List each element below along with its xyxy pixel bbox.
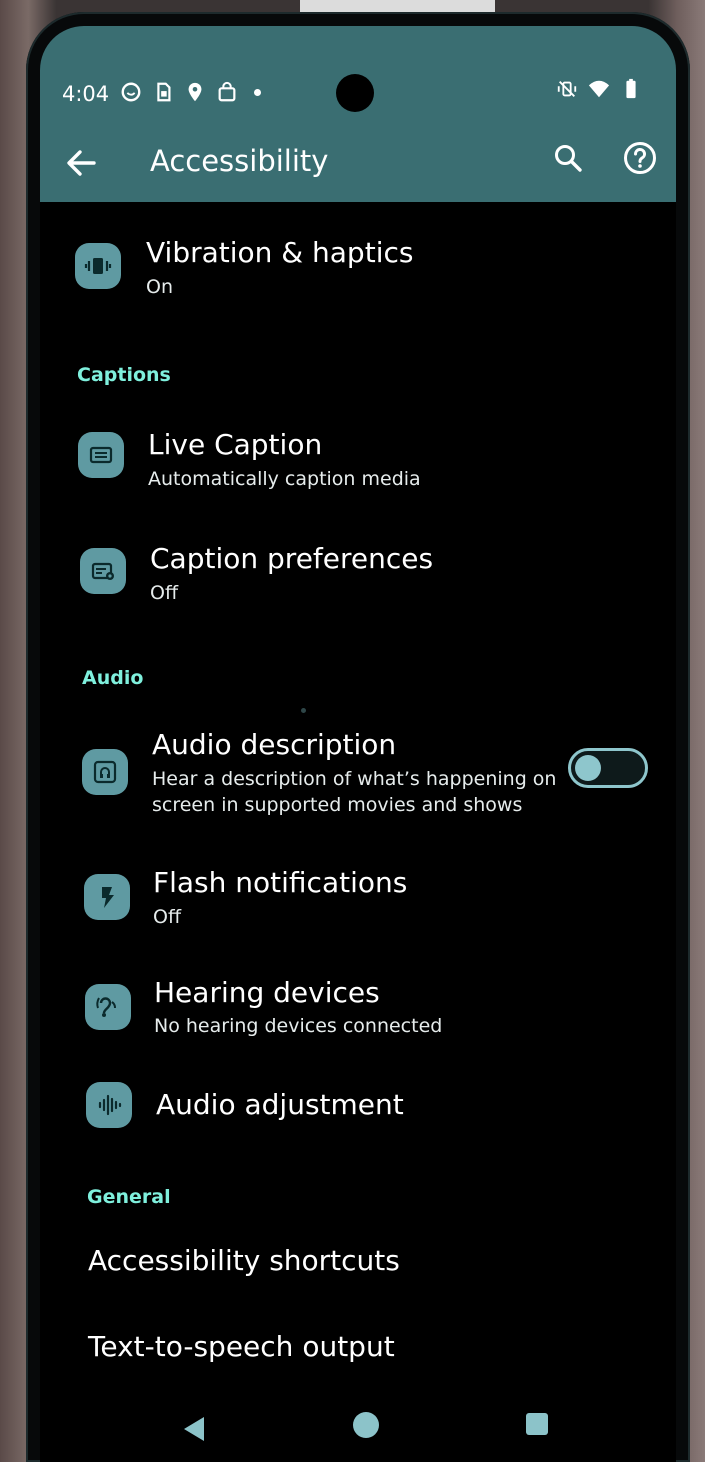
list-item-caption-preferences[interactable]: Caption preferences Off: [40, 524, 676, 624]
hearing-devices-subtitle: No hearing devices connected: [154, 1015, 443, 1037]
help-icon[interactable]: [622, 140, 658, 176]
list-item-audio-adjustment[interactable]: Audio adjustment: [40, 1074, 676, 1164]
page-title: Accessibility: [150, 144, 329, 178]
vibration-subtitle: On: [146, 276, 173, 298]
waveform-icon: [86, 1082, 132, 1128]
caption-preferences-subtitle: Off: [150, 582, 179, 604]
wifi-icon: [588, 80, 610, 98]
section-captions: Captions: [77, 364, 171, 386]
audio-description-subtitle-line1: Hear a description of what’s happening o…: [152, 768, 557, 790]
live-caption-subtitle: Automatically caption media: [148, 468, 421, 490]
sim-icon: [157, 82, 171, 102]
arrow-back-icon[interactable]: [64, 148, 98, 178]
location-icon: [188, 82, 202, 102]
nav-recents-icon[interactable]: [526, 1413, 548, 1435]
text-to-speech-title: Text-to-speech output: [88, 1330, 395, 1363]
search-icon[interactable]: [552, 142, 584, 174]
audio-description-subtitle-line2: screen in supported movies and shows: [152, 794, 523, 816]
caption-preferences-title: Caption preferences: [150, 542, 434, 575]
scroll-indicator: [301, 708, 306, 713]
caption-icon: [78, 432, 124, 478]
smiley-icon: [121, 82, 141, 102]
list-item-vibration[interactable]: Vibration & haptics On: [40, 216, 676, 316]
hearing-icon: [85, 984, 131, 1030]
toggle-knob: [575, 755, 601, 781]
app-header: 4:04 Accessibility: [40, 26, 676, 202]
section-general: General: [87, 1186, 171, 1208]
nav-back-icon[interactable]: [182, 1416, 206, 1442]
hearing-devices-title: Hearing devices: [154, 976, 380, 1009]
vibration-icon: [75, 243, 121, 289]
audio-description-icon: [82, 749, 128, 795]
list-item-accessibility-shortcuts[interactable]: Accessibility shortcuts: [40, 1226, 676, 1296]
audio-description-toggle[interactable]: [568, 748, 648, 788]
status-left-icons: [120, 81, 261, 103]
front-camera: [336, 74, 374, 112]
phone-frame: 4:04 Accessibility Vibration & haptics O…: [26, 12, 690, 1462]
list-item-live-caption[interactable]: Live Caption Automatically caption media: [40, 410, 676, 510]
screen: 4:04 Accessibility Vibration & haptics O…: [40, 26, 676, 1462]
list-item-flash-notifications[interactable]: Flash notifications Off: [40, 854, 676, 954]
nav-home-icon[interactable]: [353, 1412, 379, 1438]
status-bar: 4:04: [40, 26, 676, 126]
vibrate-off-icon: [557, 81, 577, 97]
list-item-hearing-devices[interactable]: Hearing devices No hearing devices conne…: [40, 966, 676, 1066]
flash-notifications-title: Flash notifications: [153, 866, 408, 899]
live-caption-title: Live Caption: [148, 428, 323, 461]
audio-description-title: Audio description: [152, 728, 397, 761]
status-time: 4:04: [62, 82, 110, 106]
bag-icon: [218, 81, 236, 102]
section-audio: Audio: [82, 667, 144, 689]
battery-icon: [626, 78, 636, 99]
status-right-icons: [556, 78, 642, 100]
vibration-title: Vibration & haptics: [146, 236, 414, 269]
caption-settings-icon: [80, 548, 126, 594]
accessibility-shortcuts-title: Accessibility shortcuts: [88, 1244, 400, 1277]
more-notifications-dot: [254, 88, 261, 96]
audio-adjustment-title: Audio adjustment: [156, 1088, 404, 1121]
flash-notifications-subtitle: Off: [153, 906, 182, 928]
flash-icon: [84, 874, 130, 920]
list-item-text-to-speech[interactable]: Text-to-speech output: [40, 1312, 676, 1382]
